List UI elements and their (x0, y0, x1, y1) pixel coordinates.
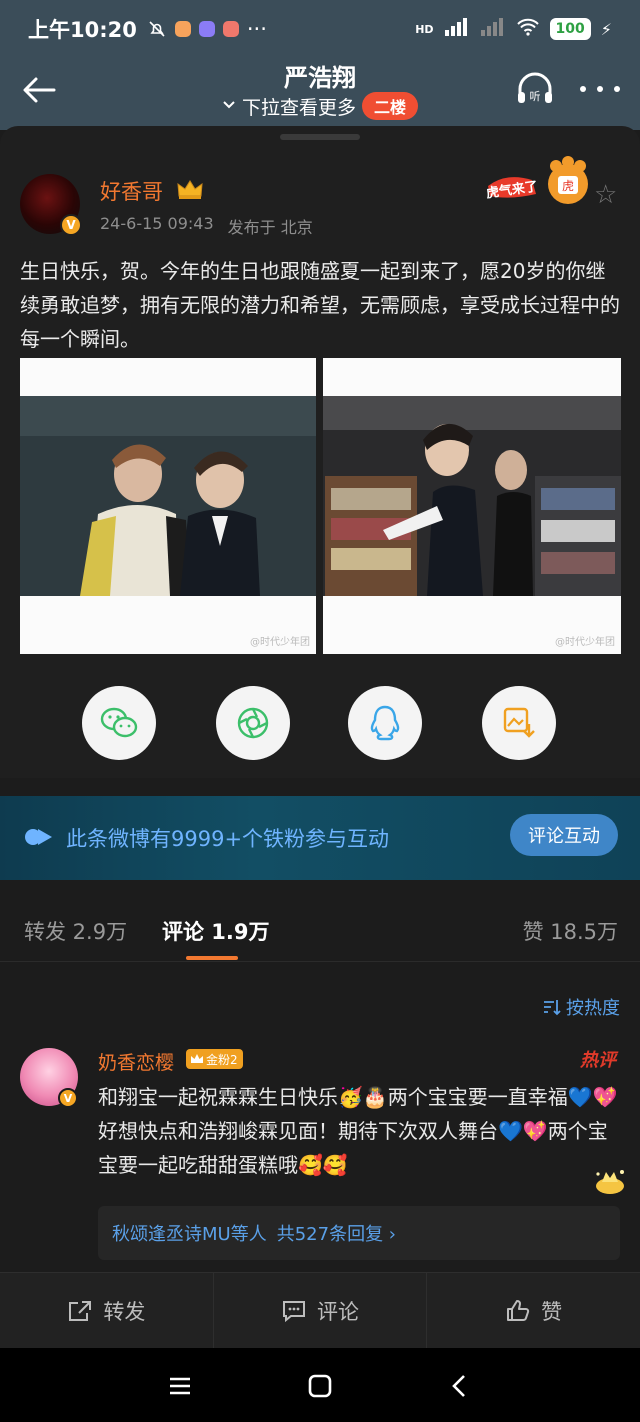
comment-text: 和翔宝一起祝霖霖生日快乐🥳🎂两个宝宝要一直幸福💙💖好想快点和浩翔峻霖见面！期待下… (98, 1085, 618, 1177)
photo-scene-1 (20, 396, 316, 596)
photo-watermark: @时代少年团 (555, 637, 615, 648)
menu-icon[interactable] (166, 1372, 194, 1400)
fans-icon (25, 829, 52, 845)
share-wechat-button[interactable] (82, 686, 156, 760)
dot-icon (580, 86, 586, 92)
post-photo-2[interactable]: @时代少年团 (323, 358, 621, 654)
thumbs-up-icon (507, 1299, 530, 1321)
moments-icon (237, 707, 269, 739)
dot-icon (614, 86, 620, 92)
replies-count: 共527条回复 › (276, 1224, 396, 1245)
post-body: 生日快乐，贺。今年的生日也跟随盛夏一起到来了，愿20岁的你继续勇敢追梦，拥有无限… (20, 259, 620, 351)
signal-2-icon (480, 18, 506, 40)
dot-icon (597, 86, 603, 92)
status-notification-icons: ··· (147, 17, 267, 41)
author-name[interactable]: 好香哥 (100, 176, 163, 206)
post-photo-1[interactable]: @时代少年团 (20, 358, 316, 654)
listen-button[interactable]: 听 (514, 68, 556, 110)
interaction-banner[interactable]: 此条微博有9999+个铁粉参与互动 评论互动 (0, 796, 640, 880)
more-notifications-icon: ··· (246, 17, 267, 41)
repost-icon (69, 1300, 92, 1321)
verified-badge-icon: V (60, 214, 82, 236)
status-time: 上午10:20 (28, 18, 137, 42)
hot-comment-label: 热评 (580, 1050, 616, 1071)
home-square-icon[interactable] (306, 1372, 334, 1400)
app-notification-icon (222, 21, 239, 37)
drag-handle[interactable] (280, 134, 360, 140)
status-system-icons: HD 100 ⚡ (415, 18, 612, 40)
system-nav-bar (0, 1348, 640, 1422)
replies-preview[interactable]: 秋颂逢丞诗MU等人 共527条回复 › (98, 1206, 620, 1260)
sort-icon (544, 1000, 561, 1016)
sort-label: 按热度 (566, 998, 620, 1019)
comment-label: 评论 (317, 1299, 359, 1324)
share-moments-button[interactable] (216, 686, 290, 760)
svg-text:虎: 虎 (562, 179, 574, 193)
post-date: 24-6-15 09:43 (100, 214, 214, 233)
more-options-button[interactable] (580, 76, 620, 102)
share-row (0, 686, 640, 762)
top-header: 严浩翔 下拉查看更多 二楼 听 (0, 58, 640, 126)
post-location: 发布于 北京 (227, 218, 313, 237)
floor-badge: 二楼 (362, 92, 419, 120)
charging-icon: ⚡ (600, 19, 612, 39)
mute-bell-icon (147, 19, 167, 39)
post-meta: 24-6-15 09:43 发布于 北京 (100, 214, 313, 238)
pull-down-text: 下拉查看更多 (241, 96, 356, 119)
svg-text:听: 听 (530, 90, 541, 103)
banner-text: 此条微博有9999+个铁粉参与互动 (66, 827, 390, 851)
comment-icon (283, 1300, 305, 1322)
post-tabs: 转发 2.9万 评论 1.9万 赞 18.5万 (0, 896, 640, 962)
app-notification-icon (198, 21, 215, 37)
tab-repost[interactable]: 转发 2.9万 (24, 916, 127, 946)
verified-badge-icon: V (58, 1088, 78, 1108)
comment-button[interactable]: 评论 (214, 1273, 428, 1348)
back-chevron-icon[interactable] (446, 1372, 474, 1400)
repost-label: 转发 (103, 1299, 146, 1324)
wifi-icon (516, 18, 540, 40)
crown-icon (191, 1054, 203, 1063)
save-image-icon (503, 707, 535, 738)
save-image-button[interactable] (482, 686, 556, 760)
network-type: HD (415, 22, 434, 36)
svg-text:虎气来了: 虎气来了 (486, 178, 539, 201)
tab-like[interactable]: 赞 18.5万 (523, 916, 618, 946)
signal-icon (444, 18, 470, 40)
favorite-star-icon[interactable]: ☆ (594, 180, 617, 210)
sort-button[interactable]: 按热度 (542, 994, 620, 1020)
tiger-sticker-icon: 虎气来了 虎 (485, 154, 596, 208)
qq-icon (370, 705, 400, 741)
repost-button[interactable]: 转发 (0, 1273, 214, 1348)
post-card: V 好香哥 24-6-15 09:43 发布于 北京 虎气来了 虎 ☆ 生日快乐… (0, 126, 640, 778)
photo-scene-2 (323, 396, 621, 596)
app-notification-icon (174, 21, 191, 37)
wechat-icon (100, 707, 138, 738)
commenter-name[interactable]: 奶香恋樱 (98, 1048, 174, 1075)
like-button[interactable]: 赞 (427, 1273, 640, 1348)
headphones-icon: 听 (518, 72, 552, 103)
reward-coin-icon[interactable] (592, 1166, 628, 1196)
fan-level-text: 金粉2 (206, 1052, 238, 1067)
like-label: 赞 (541, 1299, 563, 1324)
share-qq-button[interactable] (348, 686, 422, 760)
status-bar: 上午10:20 ··· HD 100 ⚡ (0, 0, 640, 58)
chevron-down-icon (222, 98, 236, 114)
photo-watermark: @时代少年团 (250, 637, 310, 648)
replies-users: 秋颂逢丞诗MU等人 (112, 1224, 267, 1245)
fan-level-badge: 金粉2 (186, 1049, 243, 1069)
crown-icon (176, 178, 204, 200)
active-tab-indicator (186, 956, 238, 960)
bottom-action-bar: 转发 评论 赞 (0, 1272, 640, 1348)
battery-indicator: 100 (549, 18, 591, 40)
tab-comment[interactable]: 评论 1.9万 (162, 916, 270, 946)
comment-interact-button[interactable]: 评论互动 (510, 814, 618, 856)
